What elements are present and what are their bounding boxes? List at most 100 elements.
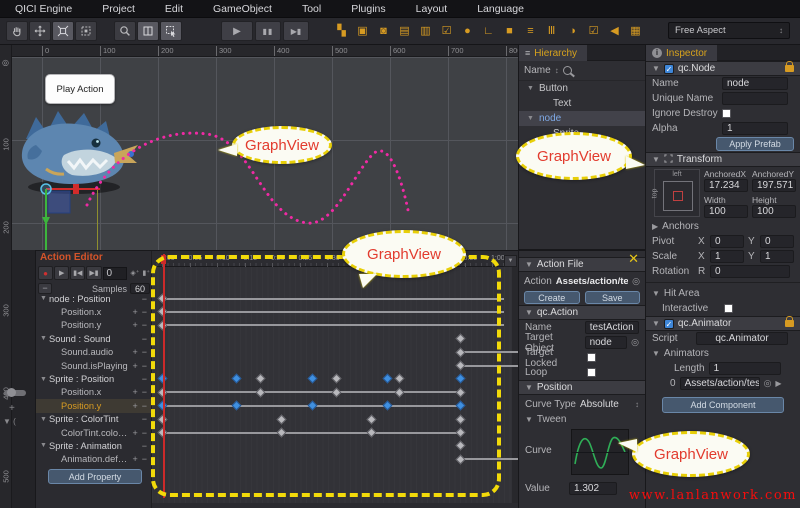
add-key-button[interactable]: + bbox=[132, 428, 137, 438]
keyframe[interactable] bbox=[455, 441, 465, 451]
add-key-button[interactable]: + bbox=[132, 387, 137, 397]
zoom-in-icon[interactable]: + bbox=[9, 403, 15, 414]
track-row-position-x[interactable]: Position.x+− bbox=[36, 386, 151, 399]
pivot-y-field[interactable]: 0 bbox=[760, 235, 794, 248]
track-row-animation-defaultanima[interactable]: Animation.defaultAnima+− bbox=[36, 453, 151, 466]
menu-item-qici-engine[interactable]: QICI Engine bbox=[0, 0, 87, 18]
scale-y-field[interactable]: 1 bbox=[760, 250, 794, 263]
track-row-position-y[interactable]: Position.y+− bbox=[36, 399, 151, 412]
object-picker-icon[interactable]: ◎ bbox=[631, 337, 639, 348]
pan-tool-button[interactable] bbox=[6, 21, 28, 41]
keyframe[interactable] bbox=[157, 374, 167, 384]
remove-track-button[interactable]: − bbox=[142, 441, 147, 451]
filter-by-label[interactable]: Name bbox=[524, 65, 551, 76]
alpha-field[interactable]: 1 bbox=[722, 122, 788, 135]
add-key-button[interactable]: + bbox=[132, 401, 137, 411]
keyframe[interactable] bbox=[455, 387, 465, 397]
keyframe[interactable] bbox=[366, 428, 376, 438]
track-row-sprite-position[interactable]: ▼Sprite : Position− bbox=[36, 372, 151, 385]
target-locked-checkbox[interactable] bbox=[587, 353, 596, 362]
prefab-icon[interactable]: ▚ bbox=[331, 21, 352, 41]
ui-image-icon[interactable]: ◙ bbox=[373, 21, 394, 41]
pivot-x-field[interactable]: 0 bbox=[710, 235, 744, 248]
collapse-arrow-icon[interactable]: ▼ bbox=[40, 442, 49, 449]
menu-item-language[interactable]: Language bbox=[462, 0, 539, 18]
timeline-row-position-y[interactable] bbox=[152, 319, 520, 332]
keyframe[interactable] bbox=[157, 401, 167, 411]
timeline-row-position-y[interactable] bbox=[152, 399, 520, 412]
timeline-options-dropdown[interactable]: ▼ bbox=[504, 255, 517, 267]
keyframe[interactable] bbox=[157, 294, 167, 304]
close-icon[interactable]: ✕ bbox=[628, 251, 639, 267]
transform-section-header[interactable]: ▼ Transform bbox=[646, 152, 800, 167]
menu-item-layout[interactable]: Layout bbox=[401, 0, 463, 18]
remove-track-button[interactable]: − bbox=[142, 387, 147, 397]
play-button[interactable]: ▶ bbox=[221, 21, 253, 41]
keyframe[interactable] bbox=[455, 428, 465, 438]
collapse-arrow-icon[interactable]: ▼ bbox=[525, 260, 533, 269]
track-row-position-x[interactable]: Position.x+− bbox=[36, 305, 151, 318]
keyframe[interactable] bbox=[455, 454, 465, 464]
qc-animator-section-header[interactable]: ▼ qc.Animator bbox=[646, 316, 800, 331]
keyframe[interactable] bbox=[276, 414, 286, 424]
create-button[interactable]: Create bbox=[524, 291, 580, 304]
track-row-sound-audio[interactable]: Sound.audio+− bbox=[36, 346, 151, 359]
expand-arrow-icon[interactable]: ▼ bbox=[527, 85, 535, 92]
rotation-field[interactable]: 0 bbox=[710, 265, 790, 278]
collapse-arrow-icon[interactable]: ▼ bbox=[652, 155, 660, 164]
curve-type-value[interactable]: Absolute bbox=[580, 399, 619, 410]
slider-knob[interactable] bbox=[7, 388, 16, 397]
remove-track-button[interactable]: − bbox=[142, 347, 147, 357]
collapse-arrow-icon[interactable]: ▼ bbox=[652, 319, 660, 328]
collapse-arrow-icon[interactable]: ▼ bbox=[40, 376, 49, 383]
keyframe[interactable] bbox=[382, 374, 392, 384]
keyframe[interactable] bbox=[382, 401, 392, 411]
keyframe[interactable] bbox=[276, 428, 286, 438]
aspect-dropdown[interactable]: Free Aspect ↕ bbox=[668, 22, 790, 39]
play-action-button[interactable]: Play Action bbox=[45, 74, 115, 104]
step-button[interactable]: ▶▮ bbox=[283, 21, 309, 41]
collapse-arrow-icon[interactable]: ▼ bbox=[652, 349, 660, 358]
keyframe[interactable] bbox=[331, 374, 341, 384]
action-asset-path[interactable]: Assets/action/testActio bbox=[556, 276, 628, 287]
tab-hierarchy[interactable]: ≡ Hierarchy bbox=[519, 45, 587, 61]
ui-inputtext-icon[interactable]: ▥ bbox=[415, 21, 436, 41]
select-mode-button[interactable] bbox=[160, 21, 182, 41]
play-button[interactable]: ▶ bbox=[54, 266, 69, 280]
remove-track-button[interactable]: − bbox=[142, 361, 147, 371]
collapse-arrow-icon[interactable]: ▼ bbox=[652, 64, 660, 73]
menu-item-edit[interactable]: Edit bbox=[150, 0, 198, 18]
timeline-area[interactable]: 0:000:050:100:150:200:250:300:350:400:45… bbox=[151, 251, 519, 508]
anchor-preset-widget[interactable]: left top bbox=[654, 169, 700, 217]
save-button[interactable]: Save bbox=[585, 291, 641, 304]
remove-track-button[interactable]: − bbox=[142, 428, 147, 438]
qc-node-section-header[interactable]: ▼ qc.Node bbox=[646, 61, 800, 76]
hierarchy-item-text[interactable]: Text bbox=[519, 96, 645, 111]
add-keyframe-icon[interactable]: ◈⁺ bbox=[130, 269, 139, 277]
timeline-row-sound-sound[interactable] bbox=[152, 332, 520, 345]
script-field[interactable]: qc.Animator bbox=[696, 332, 788, 345]
timeline-row-sound-audio[interactable] bbox=[152, 346, 520, 359]
timeline-row-sound-isplaying[interactable] bbox=[152, 359, 520, 372]
add-key-button[interactable]: + bbox=[132, 361, 137, 371]
collapse-arrow-icon[interactable]: ▼ bbox=[40, 416, 49, 423]
expand-arrow-icon[interactable]: ▼ bbox=[527, 115, 535, 122]
keyframe[interactable] bbox=[455, 414, 465, 424]
keyframe[interactable] bbox=[255, 387, 265, 397]
position-header[interactable]: ▼ Position bbox=[519, 380, 645, 395]
tab-inspector[interactable]: Inspector bbox=[646, 45, 717, 61]
menu-item-gameobject[interactable]: GameObject bbox=[198, 0, 287, 18]
lock-icon[interactable] bbox=[785, 320, 794, 327]
keyframe[interactable] bbox=[307, 401, 317, 411]
keyframe[interactable] bbox=[455, 374, 465, 384]
add-component-button[interactable]: Add Component bbox=[662, 397, 784, 413]
hierarchy-item-button[interactable]: ▼Button bbox=[519, 81, 645, 96]
add-key-button[interactable]: + bbox=[132, 307, 137, 317]
curve-preview[interactable] bbox=[571, 429, 629, 475]
timeline-row-sprite-position[interactable] bbox=[152, 372, 520, 385]
playhead-line[interactable] bbox=[163, 254, 165, 498]
timeline-row-position-x[interactable] bbox=[152, 305, 520, 318]
keyframe[interactable] bbox=[307, 374, 317, 384]
add-event-icon[interactable]: ▮⁺ bbox=[142, 269, 150, 277]
remove-track-button[interactable]: − bbox=[142, 374, 147, 384]
